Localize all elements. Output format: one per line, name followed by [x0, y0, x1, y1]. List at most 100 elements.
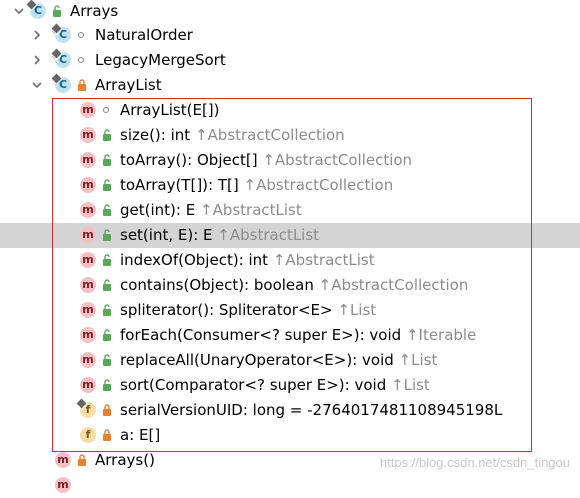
- public-lock-icon: [53, 5, 61, 17]
- member-label: forEach(Consumer<? super E>): void: [120, 326, 402, 344]
- public-lock-icon: [103, 304, 111, 316]
- inherited-from: AbstractList: [212, 201, 302, 219]
- member-label: size(): int: [120, 126, 191, 144]
- method-icon: m: [80, 227, 96, 243]
- method-icon: m: [80, 352, 96, 368]
- member-text: set(int, E): E ↑AbstractList: [120, 223, 319, 248]
- member-label: toArray(): Object[]: [120, 151, 258, 169]
- member-row[interactable]: m toArray(T[]): T[] ↑AbstractCollection: [0, 173, 580, 198]
- member-text: forEach(Consumer<? super E>): void ↑Iter…: [120, 323, 476, 348]
- chevron-down-icon[interactable]: [31, 73, 43, 98]
- public-lock-icon: [103, 329, 111, 341]
- member-row[interactable]: m forEach(Consumer<? super E>): void ↑It…: [0, 323, 580, 348]
- field-icon: f: [80, 402, 96, 418]
- member-text: spliterator(): Spliterator<E> ↑List: [120, 298, 376, 323]
- node-label: NaturalOrder: [95, 26, 193, 44]
- package-private-icon: [78, 32, 84, 38]
- member-text: indexOf(Object): int ↑AbstractList: [120, 248, 375, 273]
- member-label: Arrays(): [95, 451, 155, 469]
- member-row[interactable]: m contains(Object): boolean ↑AbstractCol…: [0, 273, 580, 298]
- member-row[interactable]: m indexOf(Object): int ↑AbstractList: [0, 248, 580, 273]
- public-lock-icon: [103, 204, 111, 216]
- method-icon: m: [80, 102, 96, 118]
- tree-node-arraylist[interactable]: C ArrayList: [0, 73, 580, 98]
- chevron-right-icon[interactable]: [31, 23, 43, 48]
- inherited-arrow-icon: ↑: [391, 376, 404, 394]
- chevron-down-icon[interactable]: [13, 0, 25, 24]
- method-icon: m: [80, 127, 96, 143]
- private-lock-icon: [103, 429, 111, 441]
- inherited-from: AbstractList: [229, 226, 320, 244]
- public-lock-icon: [103, 154, 111, 166]
- node-label: ArrayList: [95, 76, 162, 94]
- watermark: https://blog.csdn.net/csdn_tingou: [379, 455, 570, 470]
- member-row[interactable]: m spliterator(): Spliterator<E> ↑List: [0, 298, 580, 323]
- method-icon: m: [80, 202, 96, 218]
- tree-node-arrays[interactable]: C Arrays: [0, 0, 580, 24]
- member-row[interactable]: m ArrayList(E[]): [0, 98, 580, 123]
- method-icon: m: [80, 152, 96, 168]
- member-row[interactable]: m sort(Comparator<? super E>): void ↑Lis…: [0, 373, 580, 398]
- method-icon: m: [55, 452, 71, 468]
- inherited-arrow-icon: ↑: [243, 176, 257, 194]
- public-lock-icon: [103, 279, 111, 291]
- member-text: sort(Comparator<? super E>): void ↑List: [120, 373, 430, 398]
- public-lock-icon: [103, 129, 111, 141]
- member-row-selected[interactable]: m set(int, E): E ↑AbstractList: [0, 223, 580, 248]
- class-icon: C: [30, 3, 46, 19]
- member-row[interactable]: m replaceAll(UnaryOperator<E>): void ↑Li…: [0, 348, 580, 373]
- inherited-arrow-icon: ↑: [405, 326, 419, 344]
- member-row[interactable]: f a: E[]: [0, 423, 580, 448]
- member-text: contains(Object): boolean ↑AbstractColle…: [120, 273, 468, 298]
- method-icon: m: [80, 277, 96, 293]
- node-label: Arrays: [70, 2, 119, 20]
- inherited-from: List: [403, 376, 430, 394]
- method-icon: m: [80, 177, 96, 193]
- inherited-from: AbstractCollection: [331, 276, 469, 294]
- method-icon: m: [55, 477, 71, 493]
- class-icon: C: [51, 50, 71, 68]
- inherited-from: AbstractList: [285, 251, 375, 269]
- inherited-arrow-icon: ↑: [337, 301, 350, 319]
- tree-node-naturalorder[interactable]: C NaturalOrder: [0, 23, 580, 48]
- member-label: spliterator(): Spliterator<E>: [120, 301, 333, 319]
- public-lock-icon: [103, 354, 111, 366]
- member-row-partial: m: [0, 473, 580, 498]
- method-icon: m: [80, 252, 96, 268]
- member-label: a: E[]: [120, 426, 161, 444]
- member-label: sort(Comparator<? super E>): void: [120, 376, 387, 394]
- method-icon: m: [80, 377, 96, 393]
- member-row[interactable]: m size(): int ↑AbstractCollection: [0, 123, 580, 148]
- node-label: LegacyMergeSort: [95, 51, 226, 69]
- chevron-right-icon[interactable]: [31, 48, 43, 73]
- method-icon: m: [80, 327, 96, 343]
- tree-node-legacymergesort[interactable]: C LegacyMergeSort: [0, 48, 580, 73]
- inherited-arrow-icon: ↑: [217, 226, 230, 244]
- inherited-arrow-icon: ↑: [272, 251, 286, 269]
- member-label: ArrayList(E[]): [120, 101, 220, 119]
- inherited-arrow-icon: ↑: [262, 151, 275, 169]
- member-label: replaceAll(UnaryOperator<E>): void: [120, 351, 394, 369]
- inherited-arrow-icon: ↑: [194, 126, 208, 144]
- private-lock-icon: [103, 404, 111, 416]
- inherited-from: AbstractCollection: [207, 126, 345, 144]
- member-label: get(int): E: [120, 201, 196, 219]
- public-lock-icon: [103, 229, 111, 241]
- member-row[interactable]: m toArray(): Object[] ↑AbstractCollectio…: [0, 148, 580, 173]
- member-text: toArray(T[]): T[] ↑AbstractCollection: [120, 173, 393, 198]
- class-icon: C: [51, 25, 71, 43]
- member-label: indexOf(Object): int: [120, 251, 269, 269]
- inherited-from: Iterable: [418, 326, 477, 344]
- member-label: toArray(T[]): T[]: [120, 176, 239, 194]
- member-text: get(int): E ↑AbstractList: [120, 198, 302, 223]
- member-label: serialVersionUID: long = -27640174811089…: [120, 401, 503, 419]
- public-lock-icon: [103, 254, 111, 266]
- member-text: size(): int ↑AbstractCollection: [120, 123, 345, 148]
- member-row[interactable]: f serialVersionUID: long = -276401748110…: [0, 398, 580, 423]
- inherited-from: List: [349, 301, 377, 319]
- inherited-arrow-icon: ↑: [199, 201, 213, 219]
- package-private-icon: [78, 57, 84, 63]
- package-private-icon: [103, 107, 109, 113]
- member-row[interactable]: m get(int): E ↑AbstractList: [0, 198, 580, 223]
- inherited-from: AbstractCollection: [256, 176, 394, 194]
